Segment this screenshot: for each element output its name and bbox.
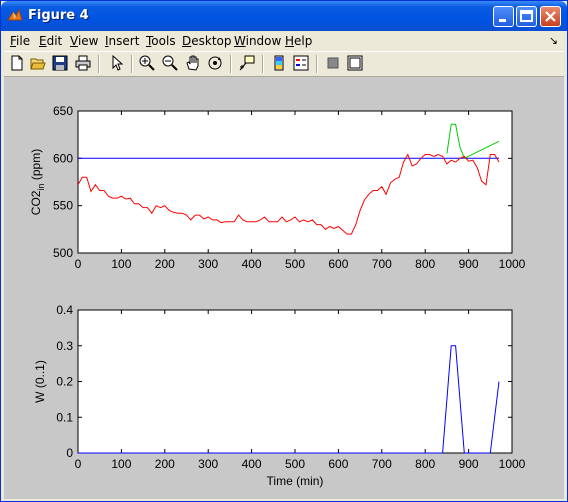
data-cursor-icon[interactable] <box>239 55 255 71</box>
menu-insert[interactable]: Insert <box>105 34 139 48</box>
x-tick-label: 600 <box>328 457 348 471</box>
zoom-in-icon[interactable] <box>139 55 155 71</box>
menu-desktop[interactable]: Desktop <box>182 34 232 48</box>
x-tick-label: 200 <box>155 257 175 271</box>
pan-hand-icon[interactable] <box>185 55 201 71</box>
zoom-out-icon[interactable] <box>162 55 178 71</box>
x-tick-label: 0 <box>75 257 82 271</box>
menu-window[interactable]: Window <box>234 34 281 48</box>
chart-area: 0 100 200 300 400 500 600 700 800 900 100050055060… <box>29 104 526 488</box>
y-tick-label: 0.4 <box>56 303 73 317</box>
maximize-button[interactable] <box>516 6 537 27</box>
x-tick-label: 700 <box>372 257 392 271</box>
rotate-3d-icon[interactable] <box>207 55 223 71</box>
save-icon[interactable] <box>52 55 68 71</box>
x-tick-label: 1000 <box>499 257 526 271</box>
menu-bar: File Edit View Insert Tools Desktop Wind… <box>4 31 564 51</box>
x-tick-label: 900 <box>459 257 479 271</box>
y-axis-label: CO2in (ppm) <box>29 149 46 215</box>
x-tick-label: 500 <box>285 257 305 271</box>
menu-help[interactable]: Help <box>285 34 312 48</box>
toolbar-separator <box>230 55 232 73</box>
dock-arrow-icon[interactable]: ↘ <box>549 34 558 47</box>
x-tick-label: 200 <box>155 457 175 471</box>
open-file-icon[interactable] <box>30 55 46 71</box>
toolbar <box>4 51 564 77</box>
toolbar-separator <box>131 55 133 73</box>
x-tick-label: 800 <box>415 457 435 471</box>
x-tick-label: 100 <box>111 457 131 471</box>
close-icon <box>545 11 556 22</box>
x-tick-label: 500 <box>285 457 305 471</box>
y-axis-label-main: CO2 <box>29 190 43 215</box>
y-tick-label: 600 <box>53 151 73 165</box>
y-axis-label-subscript: in <box>36 183 46 190</box>
plot-area-1 <box>77 110 513 254</box>
maximize-icon <box>520 10 533 22</box>
y-tick-label: 0.3 <box>56 339 73 353</box>
print-icon[interactable] <box>75 55 91 71</box>
y-tick-label: 0 <box>66 446 73 460</box>
menu-view[interactable]: View <box>70 34 98 48</box>
y-tick-label: 0.1 <box>56 410 73 424</box>
hide-plot-tools-icon[interactable] <box>325 55 341 71</box>
minimize-button[interactable] <box>493 6 514 27</box>
title-bar[interactable]: Figure 4 <box>1 1 567 31</box>
y-tick-label: 0.2 <box>56 375 73 389</box>
x-tick-label: 400 <box>242 457 262 471</box>
figure-canvas: 0 100 200 300 400 500 600 700 800 900 1000 500 550 60… <box>4 77 564 499</box>
window-title: Figure 4 <box>28 8 89 23</box>
x-tick-label: 400 <box>242 257 262 271</box>
y-tick-label: 650 <box>53 104 73 118</box>
legend-icon[interactable] <box>293 55 309 71</box>
x-axis-label: Time (min) <box>267 474 324 488</box>
y-axis-label-unit: (ppm) <box>29 149 43 184</box>
close-button[interactable] <box>540 6 561 27</box>
toolbar-separator <box>316 55 318 73</box>
plot-area-2 <box>77 309 513 454</box>
x-tick-label: 300 <box>198 257 218 271</box>
show-plot-tools-icon[interactable] <box>347 55 363 71</box>
x-tick-label: 600 <box>328 257 348 271</box>
matlab-logo-icon <box>7 8 23 21</box>
x-tick-label: 900 <box>459 457 479 471</box>
x-tick-label: 0 <box>75 457 82 471</box>
x-tick-label: 300 <box>198 457 218 471</box>
pointer-icon[interactable] <box>109 55 125 71</box>
menu-edit[interactable]: Edit <box>39 34 62 48</box>
minimize-icon <box>499 19 506 22</box>
colorbar-icon[interactable] <box>271 55 287 71</box>
y-tick-label: 550 <box>53 199 73 213</box>
toolbar-separator <box>262 55 264 73</box>
figure-window: Figure 4 File Edit View Insert Tools Des… <box>0 0 568 502</box>
x-tick-label: 700 <box>372 457 392 471</box>
x-tick-label: 100 <box>111 257 131 271</box>
y-axis-label: W (0..1) <box>33 360 47 403</box>
y-tick-label: 500 <box>53 246 73 260</box>
menu-file[interactable]: File <box>10 34 30 48</box>
x-tick-label: 1000 <box>499 457 526 471</box>
toolbar-separator <box>98 55 100 73</box>
new-file-icon[interactable] <box>9 55 25 71</box>
menu-tools[interactable]: Tools <box>146 34 176 48</box>
x-tick-label: 800 <box>415 257 435 271</box>
